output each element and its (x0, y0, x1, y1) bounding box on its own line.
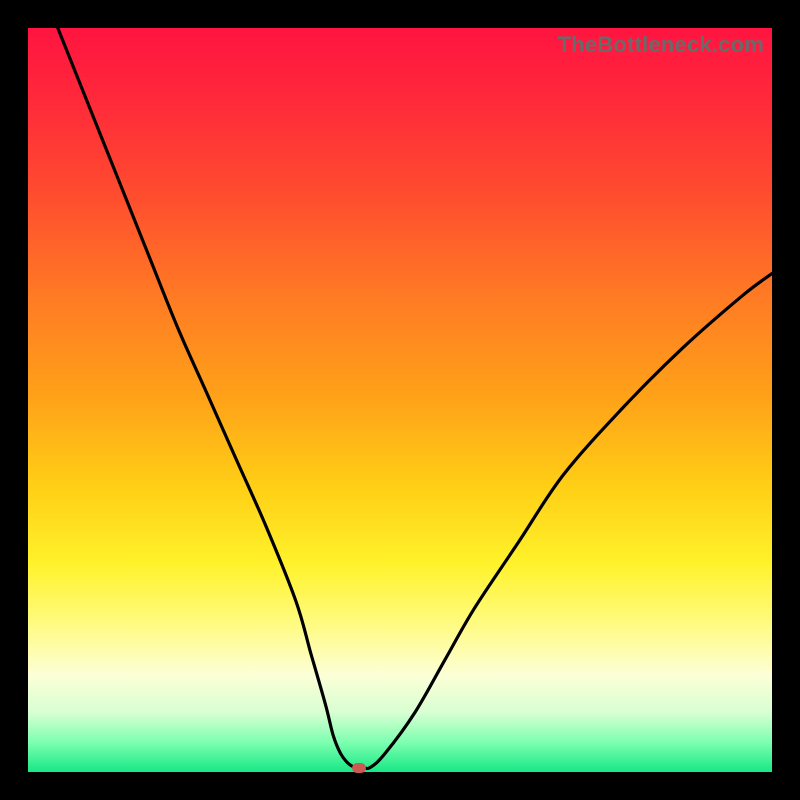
optimum-marker (352, 763, 366, 773)
curve-path (58, 28, 772, 769)
bottleneck-curve (28, 28, 772, 772)
plot-area: TheBottleneck.com (28, 28, 772, 772)
chart-frame: TheBottleneck.com (0, 0, 800, 800)
